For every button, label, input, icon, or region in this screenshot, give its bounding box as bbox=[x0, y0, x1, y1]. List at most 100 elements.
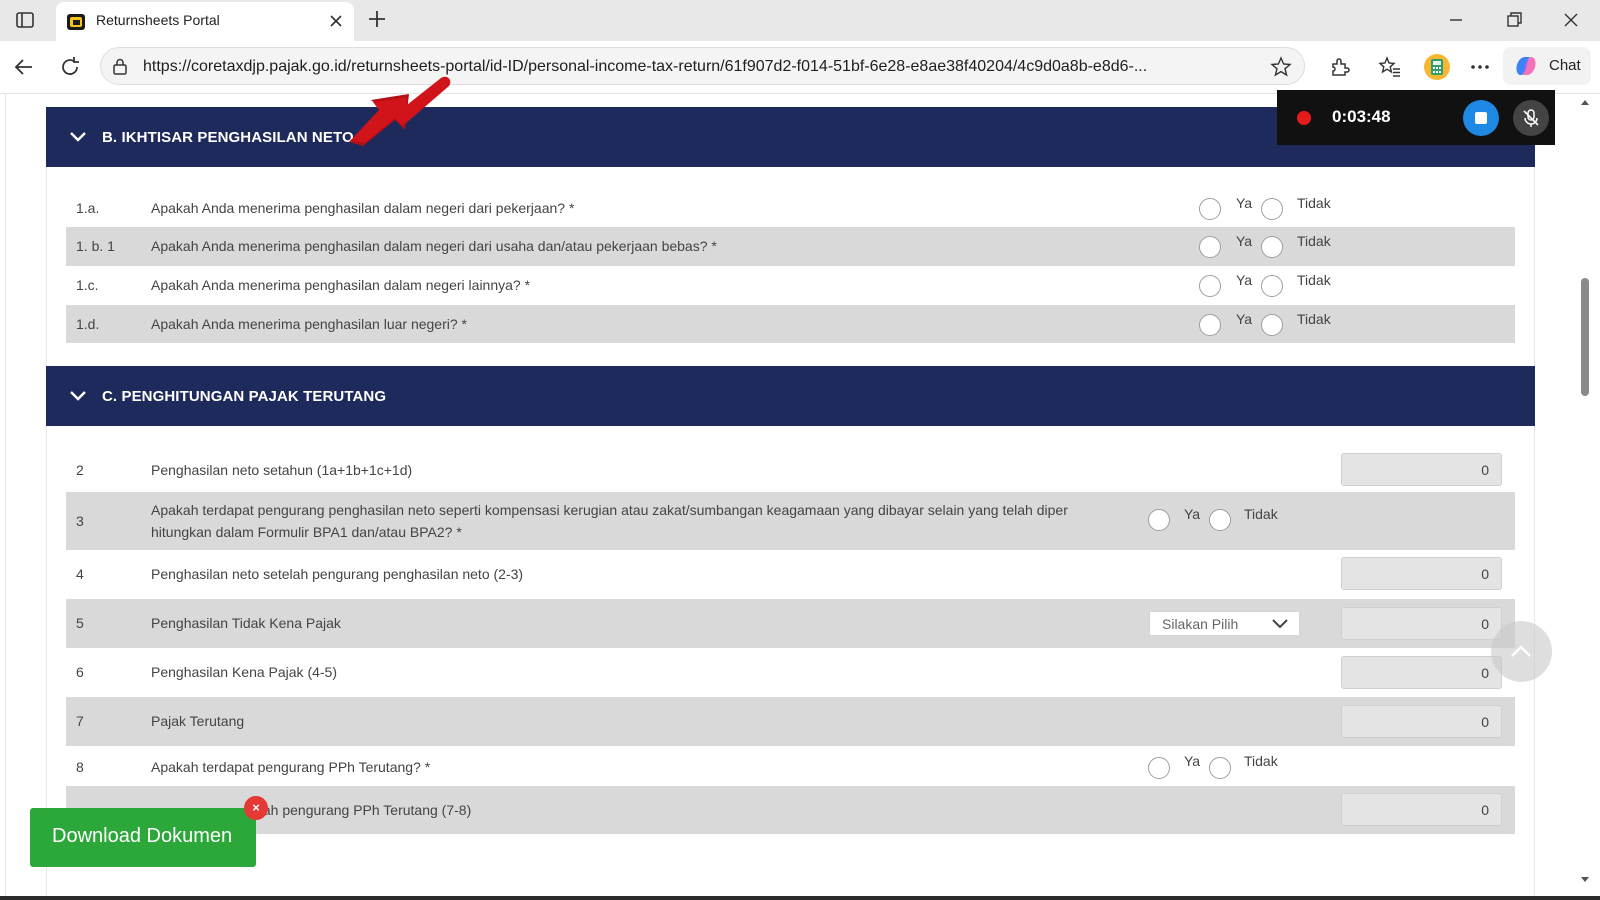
radio-tidak[interactable] bbox=[1261, 198, 1283, 220]
row-number: 6 bbox=[76, 664, 84, 680]
radio-ya-label: Ya bbox=[1184, 506, 1201, 522]
more-options-icon[interactable] bbox=[1468, 55, 1492, 79]
url-text[interactable]: https://coretaxdjp.pajak.go.id/returnshe… bbox=[143, 58, 1263, 76]
radio-tidak[interactable] bbox=[1209, 757, 1231, 779]
radio-ya[interactable] bbox=[1199, 236, 1221, 258]
tab-actions-icon[interactable] bbox=[14, 9, 36, 31]
row-number: 1. b. 1 bbox=[76, 238, 115, 254]
scrollbar-thumb[interactable] bbox=[1581, 278, 1589, 396]
section-c-header[interactable]: C. PENGHITUNGAN PAJAK TERUTANG bbox=[46, 366, 1535, 426]
browser-tab-bar: Returnsheets Portal bbox=[0, 0, 1600, 41]
favorite-star-icon[interactable] bbox=[1270, 56, 1292, 78]
row-number: 7 bbox=[76, 713, 84, 729]
radio-tidak-label: Tidak bbox=[1297, 272, 1331, 288]
close-window-icon[interactable] bbox=[1559, 8, 1583, 32]
vertical-scrollbar[interactable] bbox=[1575, 94, 1595, 896]
minimize-icon[interactable] bbox=[1444, 8, 1468, 32]
row-number: 5 bbox=[76, 615, 84, 631]
radio-ya-label: Ya bbox=[1236, 195, 1253, 211]
radio-ya-label: Ya bbox=[1236, 272, 1253, 288]
chat-label: Chat bbox=[1549, 57, 1581, 74]
favorites-icon[interactable] bbox=[1378, 55, 1402, 79]
lock-icon[interactable] bbox=[111, 57, 129, 75]
row-label: elah pengurang PPh Terutang (7-8) bbox=[252, 802, 472, 818]
stop-recording-button[interactable] bbox=[1463, 100, 1499, 136]
close-tab-icon[interactable] bbox=[326, 11, 346, 31]
chevron-down-icon[interactable] bbox=[68, 127, 88, 147]
question-row-1a: 1.a. Apakah Anda menerima penghasilan da… bbox=[66, 189, 1515, 227]
radio-tidak[interactable] bbox=[1261, 236, 1283, 258]
row-label-line1: Apakah terdapat pengurang penghasilan ne… bbox=[151, 502, 1068, 518]
scroll-up-arrow-icon[interactable] bbox=[1580, 98, 1590, 106]
refresh-icon[interactable] bbox=[58, 55, 82, 79]
address-bar[interactable]: https://coretaxdjp.pajak.go.id/returnshe… bbox=[100, 47, 1305, 85]
radio-tidak[interactable] bbox=[1261, 314, 1283, 336]
radio-ya[interactable] bbox=[1199, 275, 1221, 297]
radio-ya[interactable] bbox=[1199, 198, 1221, 220]
value-field[interactable]: 0 bbox=[1341, 453, 1502, 486]
question-text: Apakah Anda menerima penghasilan luar ne… bbox=[151, 316, 467, 332]
tab-title: Returnsheets Portal bbox=[96, 12, 220, 28]
scroll-down-arrow-icon[interactable] bbox=[1580, 876, 1590, 884]
radio-tidak-label: Tidak bbox=[1244, 753, 1278, 769]
stop-icon bbox=[1475, 112, 1487, 124]
close-download-button[interactable]: × bbox=[244, 796, 268, 820]
row-label: Penghasilan neto setahun (1a+1b+1c+1d) bbox=[151, 462, 413, 478]
row-number: 3 bbox=[76, 513, 84, 529]
question-text: Apakah Anda menerima penghasilan dalam n… bbox=[151, 200, 575, 216]
mute-mic-button[interactable] bbox=[1513, 100, 1549, 136]
restore-icon[interactable] bbox=[1502, 8, 1526, 32]
calc-row-9: elah pengurang PPh Terutang (7-8) 0 bbox=[66, 786, 1515, 834]
radio-tidak-label: Tidak bbox=[1297, 195, 1331, 211]
radio-tidak[interactable] bbox=[1209, 509, 1231, 531]
chevron-down-icon bbox=[1272, 619, 1288, 629]
chevron-up-icon bbox=[1511, 645, 1531, 657]
value-field[interactable]: 0 bbox=[1341, 705, 1502, 738]
ptkp-select[interactable]: Silakan Pilih bbox=[1149, 611, 1300, 636]
calc-row-7: 7 Pajak Terutang 0 bbox=[66, 697, 1515, 746]
radio-ya-label: Ya bbox=[1236, 311, 1253, 327]
row-number: 2 bbox=[76, 462, 84, 478]
calculator-extension-icon[interactable] bbox=[1423, 53, 1451, 81]
copilot-chat-button[interactable]: Chat bbox=[1503, 47, 1591, 85]
value-text: 0 bbox=[1481, 566, 1489, 582]
page-viewport: B. IKHTISAR PENGHASILAN NETO 1.a. Apakah… bbox=[0, 94, 1600, 896]
download-label: Download Dokumen bbox=[52, 825, 233, 847]
calc-row-6: 6 Penghasilan Kena Pajak (4-5) 0 bbox=[66, 648, 1515, 697]
value-field[interactable]: 0 bbox=[1341, 607, 1502, 640]
row-number: 4 bbox=[76, 566, 84, 582]
recording-indicator-icon bbox=[1297, 111, 1311, 125]
taskbar-edge bbox=[0, 896, 1600, 900]
radio-tidak-label: Tidak bbox=[1297, 233, 1331, 249]
question-row-1b1: 1. b. 1 Apakah Anda menerima penghasilan… bbox=[66, 227, 1515, 266]
calc-row-8: 8 Apakah terdapat pengurang PPh Terutang… bbox=[66, 746, 1515, 786]
value-text: 0 bbox=[1481, 665, 1489, 681]
question-row-1d: 1.d. Apakah Anda menerima penghasilan lu… bbox=[66, 305, 1515, 343]
value-field[interactable]: 0 bbox=[1341, 656, 1502, 689]
scroll-to-top-button[interactable] bbox=[1491, 621, 1552, 682]
row-label: Penghasilan Kena Pajak (4-5) bbox=[151, 664, 338, 680]
radio-tidak[interactable] bbox=[1261, 275, 1283, 297]
row-label: Penghasilan neto setelah pengurang pengh… bbox=[151, 566, 524, 582]
row-number: 1.d. bbox=[76, 316, 100, 332]
row-label-line2: hitungkan dalam Formulir BPA1 dan/atau B… bbox=[151, 524, 462, 540]
value-text: 0 bbox=[1481, 714, 1489, 730]
radio-ya[interactable] bbox=[1148, 509, 1170, 531]
radio-ya-label: Ya bbox=[1184, 753, 1201, 769]
download-document-button[interactable]: Download Dokumen bbox=[30, 808, 256, 867]
section-c-title: C. PENGHITUNGAN PAJAK TERUTANG bbox=[102, 388, 387, 405]
new-tab-icon[interactable] bbox=[366, 8, 388, 30]
radio-ya[interactable] bbox=[1148, 757, 1170, 779]
question-row-1c: 1.c. Apakah Anda menerima penghasilan da… bbox=[66, 266, 1515, 305]
value-field[interactable]: 0 bbox=[1341, 793, 1502, 826]
row-label: Pajak Terutang bbox=[151, 713, 245, 729]
select-placeholder: Silakan Pilih bbox=[1162, 616, 1239, 632]
radio-ya[interactable] bbox=[1199, 314, 1221, 336]
extensions-icon[interactable] bbox=[1328, 55, 1352, 79]
chevron-down-icon[interactable] bbox=[68, 386, 88, 406]
value-field[interactable]: 0 bbox=[1341, 557, 1502, 590]
mic-off-icon bbox=[1523, 109, 1539, 127]
calc-row-3: 3 Apakah terdapat pengurang penghasilan … bbox=[66, 492, 1515, 550]
back-arrow-icon[interactable] bbox=[12, 55, 36, 79]
active-tab[interactable]: Returnsheets Portal bbox=[56, 2, 354, 41]
